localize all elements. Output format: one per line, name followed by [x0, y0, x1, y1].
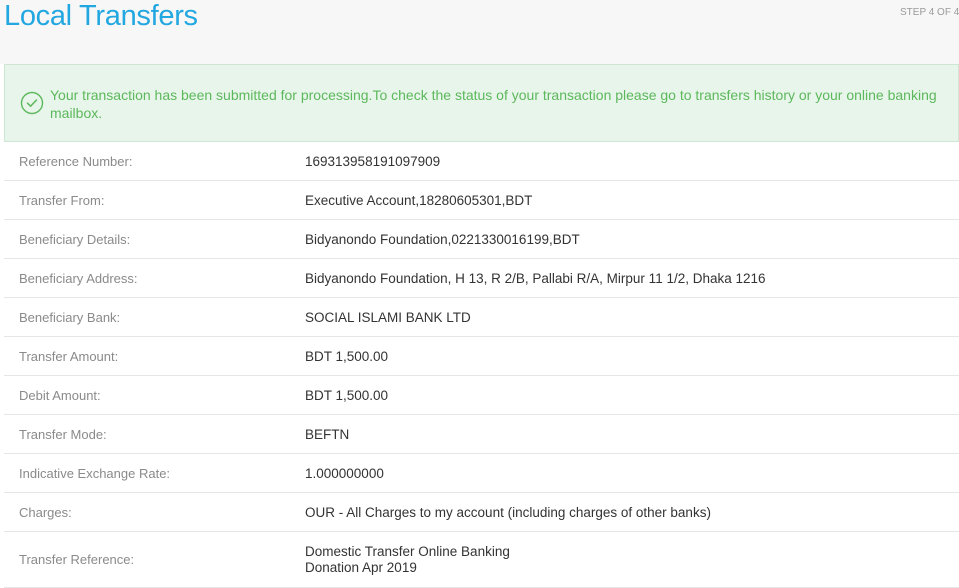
detail-row-reference-number: Reference Number: 169313958191097909	[4, 142, 959, 181]
detail-row-beneficiary-address: Beneficiary Address: Bidyanondo Foundati…	[4, 259, 959, 298]
detail-label: Transfer Mode:	[19, 426, 107, 442]
step-indicator: STEP 4 OF 4	[900, 7, 959, 18]
detail-value: BDT 1,500.00	[305, 348, 389, 364]
detail-value: Bidyanondo Foundation,0221330016199,BDT	[305, 231, 580, 247]
detail-row-transfer-amount: Transfer Amount: BDT 1,500.00	[4, 337, 959, 376]
detail-row-debit-amount: Debit Amount: BDT 1,500.00	[4, 376, 959, 415]
detail-row-transfer-mode: Transfer Mode: BEFTN	[4, 415, 959, 454]
detail-label: Beneficiary Address:	[19, 270, 138, 286]
detail-label: Indicative Exchange Rate:	[19, 465, 171, 481]
detail-row-charges: Charges: OUR - All Charges to my account…	[4, 493, 959, 532]
detail-label: Charges:	[19, 504, 72, 520]
detail-row-exchange-rate: Indicative Exchange Rate: 1.000000000	[4, 454, 959, 493]
detail-row-beneficiary-bank: Beneficiary Bank: SOCIAL ISLAMI BANK LTD	[4, 298, 959, 337]
detail-row-transfer-reference: Transfer Reference: Domestic Transfer On…	[4, 532, 959, 588]
detail-value: OUR - All Charges to my account (includi…	[305, 504, 711, 520]
success-alert: Your transaction has been submitted for …	[4, 64, 959, 142]
detail-value: 1.000000000	[305, 465, 384, 481]
detail-value: BEFTN	[305, 426, 350, 442]
detail-label: Debit Amount:	[19, 387, 101, 403]
detail-value-line-2: Donation Apr 2019	[305, 559, 417, 575]
detail-value: Bidyanondo Foundation, H 13, R 2/B, Pall…	[305, 270, 766, 286]
detail-label: Transfer Reference:	[19, 552, 135, 567]
detail-label: Transfer From:	[19, 192, 105, 208]
check-circle-icon	[20, 91, 44, 115]
page-title: Local Transfers	[4, 0, 198, 32]
detail-value: BDT 1,500.00	[305, 387, 389, 403]
detail-label: Beneficiary Details:	[19, 231, 131, 247]
detail-row-beneficiary-details: Beneficiary Details: Bidyanondo Foundati…	[4, 220, 959, 259]
detail-value: SOCIAL ISLAMI BANK LTD	[305, 309, 471, 325]
detail-label: Reference Number:	[19, 153, 133, 169]
transfer-details-table: Reference Number: 169313958191097909 Tra…	[4, 142, 959, 588]
detail-value: Domestic Transfer Online Banking Donatio…	[305, 532, 510, 587]
alert-message: Your transaction has been submitted for …	[50, 87, 937, 121]
detail-value: Executive Account,18280605301,BDT	[305, 192, 533, 208]
detail-row-transfer-from: Transfer From: Executive Account,1828060…	[4, 181, 959, 220]
detail-value-line-1: Domestic Transfer Online Banking	[305, 543, 510, 559]
detail-label: Transfer Amount:	[19, 348, 119, 364]
detail-value: 169313958191097909	[305, 153, 441, 169]
detail-label: Beneficiary Bank:	[19, 309, 121, 325]
page-header: Local Transfers STEP 4 OF 4	[0, 0, 959, 64]
